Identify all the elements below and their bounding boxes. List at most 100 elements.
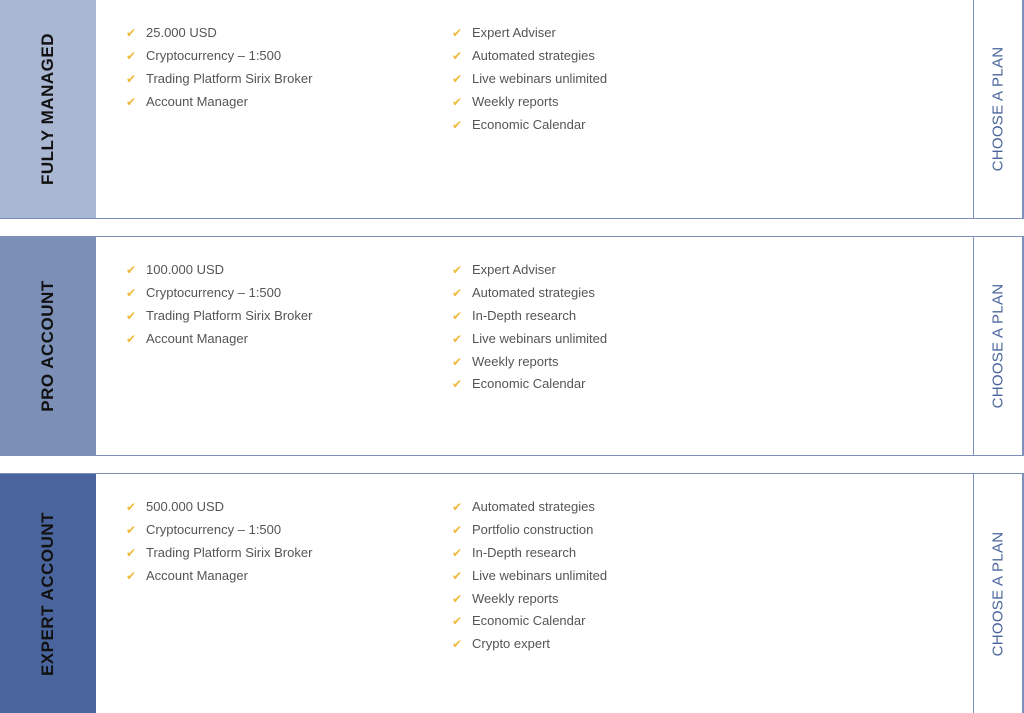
feature-item: ✔ Account Manager bbox=[126, 90, 312, 113]
check-icon: ✔ bbox=[126, 263, 137, 278]
feature-item: ✔ Account Manager bbox=[126, 327, 312, 350]
feature-item: ✔ Economic Calendar bbox=[452, 373, 607, 396]
feature-text: Expert Adviser bbox=[472, 25, 556, 41]
check-icon: ✔ bbox=[452, 354, 463, 369]
check-icon: ✔ bbox=[452, 49, 463, 64]
feature-item: ✔ Automated strategies bbox=[452, 45, 607, 68]
check-icon: ✔ bbox=[126, 71, 137, 86]
feature-list-right: ✔ Automated strategies ✔ Portfolio construc… bbox=[452, 496, 607, 656]
check-icon: ✔ bbox=[452, 286, 463, 301]
feature-list-right: ✔ Expert Adviser ✔ Automated strategies ✔ Liv… bbox=[452, 22, 607, 136]
choose-plan-label: CHOOSE A PLAN bbox=[989, 283, 1007, 409]
feature-item: ✔ Economic Calendar bbox=[452, 113, 607, 136]
plan-band: EXPERT ACCOUNT bbox=[0, 474, 96, 713]
feature-text: Cryptocurrency – 1:500 bbox=[146, 48, 282, 64]
choose-plan-button[interactable]: CHOOSE A PLAN bbox=[973, 0, 1022, 218]
feature-text: Weekly reports bbox=[472, 93, 559, 109]
feature-text: Crypto expert bbox=[472, 636, 551, 652]
feature-text: Economic Calendar bbox=[472, 116, 586, 132]
choose-plan-button[interactable]: CHOOSE A PLAN bbox=[973, 237, 1022, 455]
feature-text: Account Manager bbox=[146, 330, 248, 346]
check-icon: ✔ bbox=[452, 71, 463, 86]
feature-item: ✔ In-Depth research bbox=[452, 305, 607, 328]
feature-item: ✔ Weekly reports bbox=[452, 90, 607, 113]
check-icon: ✔ bbox=[126, 286, 137, 301]
feature-text: 25.000 USD bbox=[146, 25, 217, 41]
feature-list-left: ✔ 500.000 USD ✔ Cryptocurrency – 1:500 ✔ Trad… bbox=[126, 496, 312, 587]
feature-item: ✔ Trading Platform Sirix Broker bbox=[126, 68, 312, 91]
check-icon: ✔ bbox=[126, 26, 137, 41]
feature-text: Live webinars unlimited bbox=[472, 567, 608, 583]
feature-text: Automated strategies bbox=[472, 285, 595, 301]
plan-title: EXPERT ACCOUNT bbox=[38, 511, 57, 676]
feature-text: 500.000 USD bbox=[146, 499, 225, 515]
choose-plan-label: CHOOSE A PLAN bbox=[989, 46, 1007, 172]
feature-text: Cryptocurrency – 1:500 bbox=[146, 285, 282, 301]
plan-title: FULLY MANAGED bbox=[38, 33, 57, 185]
check-icon: ✔ bbox=[452, 523, 463, 538]
feature-text: Trading Platform Sirix Broker bbox=[146, 544, 313, 560]
check-icon: ✔ bbox=[452, 308, 463, 323]
feature-list-right: ✔ Expert Adviser ✔ Automated strategies ✔ In-… bbox=[452, 259, 607, 396]
check-icon: ✔ bbox=[126, 523, 137, 538]
plan-card-pro-account: PRO ACCOUNT ✔ 100.000 USD ✔ Cryptocurrency … bbox=[0, 236, 1024, 456]
check-icon: ✔ bbox=[452, 263, 463, 278]
feature-text: 100.000 USD bbox=[146, 262, 225, 278]
feature-item: ✔ Cryptocurrency – 1:500 bbox=[126, 282, 312, 305]
feature-item: ✔ Automated strategies bbox=[452, 496, 607, 519]
check-icon: ✔ bbox=[126, 545, 137, 560]
feature-item: ✔ Crypto expert bbox=[452, 633, 607, 656]
feature-text: Account Manager bbox=[146, 93, 248, 109]
feature-text: Expert Adviser bbox=[472, 262, 556, 278]
check-icon: ✔ bbox=[452, 545, 463, 560]
plan-title: PRO ACCOUNT bbox=[38, 280, 57, 412]
check-icon: ✔ bbox=[126, 94, 137, 109]
feature-item: ✔ Weekly reports bbox=[452, 587, 607, 610]
plan-card-expert-account: EXPERT ACCOUNT ✔ 500.000 USD ✔ Cryptocurren… bbox=[0, 473, 1024, 713]
plan-band: FULLY MANAGED bbox=[0, 0, 96, 218]
check-icon: ✔ bbox=[126, 49, 137, 64]
choose-plan-button[interactable]: CHOOSE A PLAN bbox=[973, 474, 1022, 713]
feature-item: ✔ Automated strategies bbox=[452, 282, 607, 305]
plan-card-fully-managed: FULLY MANAGED ✔ 25.000 USD ✔ Cryptocurrency… bbox=[0, 0, 1024, 219]
feature-text: Automated strategies bbox=[472, 499, 595, 515]
feature-item: ✔ Trading Platform Sirix Broker bbox=[126, 542, 312, 565]
feature-text: Economic Calendar bbox=[472, 376, 586, 392]
feature-text: Trading Platform Sirix Broker bbox=[146, 307, 313, 323]
feature-text: Trading Platform Sirix Broker bbox=[146, 70, 313, 86]
feature-item: ✔ Economic Calendar bbox=[452, 610, 607, 633]
check-icon: ✔ bbox=[452, 94, 463, 109]
feature-text: In-Depth research bbox=[472, 307, 577, 323]
feature-item: ✔ 500.000 USD bbox=[126, 496, 312, 519]
feature-list-left: ✔ 25.000 USD ✔ Cryptocurrency – 1:500 ✔ Tradi… bbox=[126, 22, 312, 113]
check-icon: ✔ bbox=[452, 568, 463, 583]
check-icon: ✔ bbox=[452, 117, 463, 132]
feature-text: Portfolio construction bbox=[472, 522, 594, 538]
feature-item: ✔ Live webinars unlimited bbox=[452, 68, 607, 91]
feature-item: ✔ Cryptocurrency – 1:500 bbox=[126, 45, 312, 68]
feature-text: Cryptocurrency – 1:500 bbox=[146, 522, 282, 538]
feature-text: Account Manager bbox=[146, 567, 248, 583]
feature-item: ✔ Expert Adviser bbox=[452, 22, 607, 45]
feature-item: ✔ Live webinars unlimited bbox=[452, 564, 607, 587]
check-icon: ✔ bbox=[452, 614, 463, 629]
feature-item: ✔ 25.000 USD bbox=[126, 22, 312, 45]
check-icon: ✔ bbox=[126, 568, 137, 583]
check-icon: ✔ bbox=[452, 26, 463, 41]
check-icon: ✔ bbox=[452, 500, 463, 515]
feature-text: Live webinars unlimited bbox=[472, 330, 608, 346]
feature-text: Weekly reports bbox=[472, 590, 559, 606]
check-icon: ✔ bbox=[452, 637, 463, 652]
feature-text: In-Depth research bbox=[472, 544, 577, 560]
feature-item: ✔ Cryptocurrency – 1:500 bbox=[126, 519, 312, 542]
check-icon: ✔ bbox=[452, 331, 463, 346]
check-icon: ✔ bbox=[126, 500, 137, 515]
feature-list-left: ✔ 100.000 USD ✔ Cryptocurrency – 1:500 ✔ Trad… bbox=[126, 259, 312, 350]
feature-item: ✔ Portfolio construction bbox=[452, 519, 607, 542]
check-icon: ✔ bbox=[452, 591, 463, 606]
feature-text: Live webinars unlimited bbox=[472, 70, 608, 86]
check-icon: ✔ bbox=[452, 377, 463, 392]
feature-item: ✔ Live webinars unlimited bbox=[452, 327, 607, 350]
feature-item: ✔ Expert Adviser bbox=[452, 259, 607, 282]
feature-item: ✔ Account Manager bbox=[126, 564, 312, 587]
